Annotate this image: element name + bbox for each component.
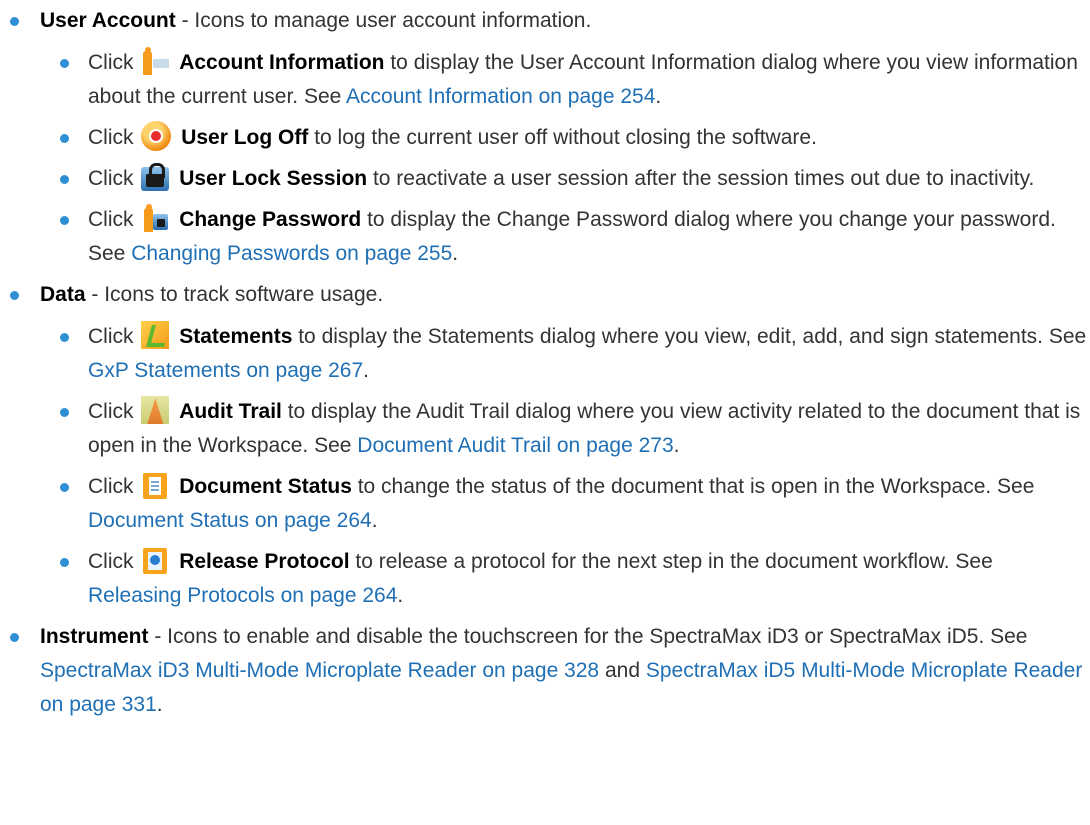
bullet-icon <box>60 59 69 68</box>
conjunction-text: and <box>599 659 646 682</box>
bullet-icon <box>60 216 69 225</box>
account-information-icon <box>141 47 170 75</box>
section-term: Instrument <box>40 625 149 648</box>
cross-reference-link[interactable]: Releasing Protocols on page 264 <box>88 584 397 607</box>
click-word: Click <box>88 167 134 190</box>
section-desc: - Icons to track software usage. <box>85 283 384 306</box>
item-tail: . <box>397 584 404 607</box>
cross-reference-link[interactable]: GxP Statements on page 267 <box>88 359 363 382</box>
click-word: Click <box>88 208 134 231</box>
click-word: Click <box>88 400 134 423</box>
section-data: Data - Icons to track software usage. Cl… <box>0 278 1090 613</box>
item-term: Statements <box>179 325 293 348</box>
item-term: Account Information <box>179 51 385 74</box>
item-tail: . <box>673 434 680 457</box>
item-text: to change the status of the document tha… <box>351 475 1035 498</box>
cross-reference-link[interactable]: Changing Passwords on page 255 <box>131 242 452 265</box>
user-log-off-icon <box>141 121 172 151</box>
section-desc: - Icons to enable and disable the touchs… <box>148 625 1028 648</box>
section-term: User Account <box>40 9 176 32</box>
list-item: Click Change Password to display the Cha… <box>40 203 1090 271</box>
bullet-icon <box>60 134 69 143</box>
item-text: to release a protocol for the next step … <box>349 550 993 573</box>
release-protocol-icon <box>141 546 169 574</box>
item-term: User Lock Session <box>179 167 368 190</box>
bullet-icon <box>60 558 69 567</box>
bullet-icon <box>60 483 69 492</box>
change-password-icon <box>141 204 169 232</box>
item-tail: . <box>452 242 459 265</box>
section-instrument: Instrument - Icons to enable and disable… <box>0 620 1090 722</box>
bullet-icon <box>10 291 19 300</box>
statements-icon <box>141 321 171 349</box>
click-word: Click <box>88 126 134 149</box>
list-item: Click Audit Trail to display the Audit T… <box>40 395 1090 463</box>
bullet-icon <box>60 408 69 417</box>
cross-reference-link[interactable]: Account Information on page 254 <box>346 85 655 108</box>
item-tail: . <box>371 509 378 532</box>
section-tail: . <box>156 693 163 716</box>
audit-trail-icon <box>141 396 170 424</box>
section-term: Data <box>40 283 86 306</box>
bullet-icon <box>10 633 19 642</box>
section-desc: - Icons to manage user account informati… <box>175 9 592 32</box>
click-word: Click <box>88 51 134 74</box>
list-item: Click Statements to display the Statemen… <box>40 320 1090 388</box>
document-status-icon <box>141 471 169 499</box>
item-term: Change Password <box>179 208 362 231</box>
user-lock-session-icon <box>141 163 170 191</box>
item-text: to display the Statements dialog where y… <box>292 325 1087 348</box>
bullet-icon <box>60 175 69 184</box>
item-term: Document Status <box>179 475 352 498</box>
click-word: Click <box>88 550 134 573</box>
click-word: Click <box>88 325 134 348</box>
cross-reference-link[interactable]: Document Status on page 264 <box>88 509 372 532</box>
item-list: Click Account Information to display the… <box>40 46 1090 271</box>
list-item: Click User Lock Session to reactivate a … <box>40 162 1090 196</box>
bullet-icon <box>60 333 69 342</box>
list-item: Click Account Information to display the… <box>40 46 1090 114</box>
click-word: Click <box>88 475 134 498</box>
item-tail: . <box>655 85 662 108</box>
item-term: User Log Off <box>181 126 309 149</box>
section-list: User Account - Icons to manage user acco… <box>0 4 1090 722</box>
item-list: Click Statements to display the Statemen… <box>40 320 1090 613</box>
bullet-icon <box>10 17 19 26</box>
list-item: Click Release Protocol to release a prot… <box>40 545 1090 613</box>
item-term: Audit Trail <box>179 400 282 423</box>
cross-reference-link[interactable]: SpectraMax iD3 Multi-Mode Microplate Rea… <box>40 659 599 682</box>
item-text: to log the current user off without clos… <box>308 126 817 149</box>
cross-reference-link[interactable]: Document Audit Trail on page 273 <box>357 434 673 457</box>
item-tail: . <box>363 359 369 382</box>
item-term: Release Protocol <box>179 550 350 573</box>
document-body: User Account - Icons to manage user acco… <box>0 0 1090 722</box>
list-item: Click User Log Off to log the current us… <box>40 121 1090 155</box>
section-user-account: User Account - Icons to manage user acco… <box>0 4 1090 271</box>
item-text: to reactivate a user session after the s… <box>367 167 1035 190</box>
list-item: Click Document Status to change the stat… <box>40 470 1090 538</box>
